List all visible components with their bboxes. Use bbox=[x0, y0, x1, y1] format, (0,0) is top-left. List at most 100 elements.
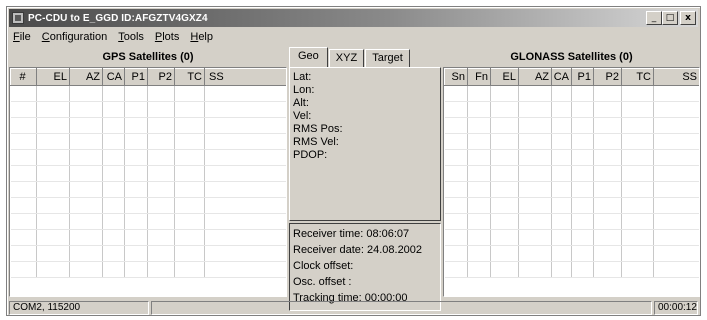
table-cell[interactable] bbox=[444, 213, 468, 230]
table-row[interactable] bbox=[10, 85, 286, 102]
table-cell[interactable] bbox=[571, 117, 594, 134]
menu-tools[interactable]: Tools bbox=[118, 31, 144, 43]
table-cell[interactable] bbox=[571, 197, 594, 214]
table-cell[interactable] bbox=[593, 181, 622, 198]
table-cell[interactable] bbox=[147, 117, 175, 134]
table-cell[interactable] bbox=[467, 85, 491, 102]
table-cell[interactable] bbox=[102, 213, 125, 230]
gps-col-el[interactable]: EL bbox=[36, 68, 70, 86]
table-cell[interactable] bbox=[551, 149, 572, 166]
table-cell[interactable] bbox=[124, 117, 148, 134]
table-cell[interactable] bbox=[467, 197, 491, 214]
table-cell[interactable] bbox=[518, 229, 552, 246]
table-cell[interactable] bbox=[518, 133, 552, 150]
table-cell[interactable] bbox=[621, 133, 654, 150]
table-cell[interactable] bbox=[10, 85, 37, 102]
table-cell[interactable] bbox=[69, 261, 103, 278]
table-cell[interactable] bbox=[204, 245, 286, 262]
tab-xyz[interactable]: XYZ bbox=[328, 49, 365, 67]
table-cell[interactable] bbox=[124, 165, 148, 182]
glonass-col-ss[interactable]: SS bbox=[653, 68, 699, 86]
table-cell[interactable] bbox=[102, 245, 125, 262]
table-cell[interactable] bbox=[147, 165, 175, 182]
table-row[interactable] bbox=[10, 197, 286, 214]
table-row[interactable] bbox=[444, 213, 699, 230]
table-cell[interactable] bbox=[36, 229, 70, 246]
table-cell[interactable] bbox=[444, 101, 468, 118]
table-cell[interactable] bbox=[124, 261, 148, 278]
glonass-col-fn[interactable]: Fn bbox=[467, 68, 491, 86]
table-row[interactable] bbox=[444, 197, 699, 214]
close-button[interactable]: x bbox=[680, 11, 696, 25]
table-cell[interactable] bbox=[69, 149, 103, 166]
table-row[interactable] bbox=[444, 117, 699, 134]
table-cell[interactable] bbox=[653, 149, 699, 166]
table-cell[interactable] bbox=[124, 133, 148, 150]
table-cell[interactable] bbox=[10, 149, 37, 166]
table-row[interactable] bbox=[444, 245, 699, 262]
app-icon[interactable] bbox=[12, 12, 24, 24]
table-cell[interactable] bbox=[571, 213, 594, 230]
table-cell[interactable] bbox=[571, 133, 594, 150]
table-cell[interactable] bbox=[69, 229, 103, 246]
table-cell[interactable] bbox=[467, 149, 491, 166]
table-row[interactable] bbox=[444, 261, 699, 278]
table-cell[interactable] bbox=[69, 181, 103, 198]
table-cell[interactable] bbox=[621, 229, 654, 246]
table-cell[interactable] bbox=[147, 101, 175, 118]
table-cell[interactable] bbox=[518, 261, 552, 278]
table-cell[interactable] bbox=[593, 101, 622, 118]
table-cell[interactable] bbox=[653, 197, 699, 214]
table-cell[interactable] bbox=[467, 101, 491, 118]
table-cell[interactable] bbox=[467, 261, 491, 278]
table-cell[interactable] bbox=[467, 245, 491, 262]
table-cell[interactable] bbox=[174, 213, 205, 230]
table-cell[interactable] bbox=[36, 101, 70, 118]
table-cell[interactable] bbox=[444, 117, 468, 134]
table-cell[interactable] bbox=[69, 213, 103, 230]
table-cell[interactable] bbox=[36, 165, 70, 182]
table-cell[interactable] bbox=[102, 261, 125, 278]
table-cell[interactable] bbox=[204, 101, 286, 118]
table-cell[interactable] bbox=[518, 245, 552, 262]
table-cell[interactable] bbox=[518, 117, 552, 134]
table-cell[interactable] bbox=[467, 229, 491, 246]
table-cell[interactable] bbox=[444, 133, 468, 150]
table-cell[interactable] bbox=[204, 229, 286, 246]
table-cell[interactable] bbox=[593, 165, 622, 182]
table-cell[interactable] bbox=[147, 197, 175, 214]
table-cell[interactable] bbox=[551, 181, 572, 198]
gps-col-num[interactable]: # bbox=[10, 68, 37, 86]
table-cell[interactable] bbox=[593, 245, 622, 262]
table-cell[interactable] bbox=[593, 261, 622, 278]
table-cell[interactable] bbox=[653, 101, 699, 118]
table-row[interactable] bbox=[444, 133, 699, 150]
table-cell[interactable] bbox=[124, 101, 148, 118]
table-cell[interactable] bbox=[518, 101, 552, 118]
table-cell[interactable] bbox=[653, 245, 699, 262]
menu-file[interactable]: File bbox=[13, 31, 31, 43]
table-cell[interactable] bbox=[204, 165, 286, 182]
table-cell[interactable] bbox=[621, 261, 654, 278]
table-cell[interactable] bbox=[36, 149, 70, 166]
table-cell[interactable] bbox=[10, 101, 37, 118]
table-cell[interactable] bbox=[653, 117, 699, 134]
table-row[interactable] bbox=[444, 165, 699, 182]
glonass-col-sn[interactable]: Sn bbox=[444, 68, 468, 86]
table-cell[interactable] bbox=[174, 245, 205, 262]
maximize-button[interactable]: □ bbox=[662, 11, 678, 25]
table-cell[interactable] bbox=[69, 133, 103, 150]
table-cell[interactable] bbox=[147, 213, 175, 230]
table-cell[interactable] bbox=[124, 229, 148, 246]
table-cell[interactable] bbox=[593, 85, 622, 102]
table-row[interactable] bbox=[10, 245, 286, 262]
table-cell[interactable] bbox=[571, 85, 594, 102]
table-cell[interactable] bbox=[467, 213, 491, 230]
table-cell[interactable] bbox=[124, 85, 148, 102]
table-cell[interactable] bbox=[621, 213, 654, 230]
table-cell[interactable] bbox=[36, 245, 70, 262]
table-cell[interactable] bbox=[518, 149, 552, 166]
glonass-col-ca[interactable]: CA bbox=[551, 68, 572, 86]
table-cell[interactable] bbox=[518, 165, 552, 182]
table-cell[interactable] bbox=[204, 117, 286, 134]
